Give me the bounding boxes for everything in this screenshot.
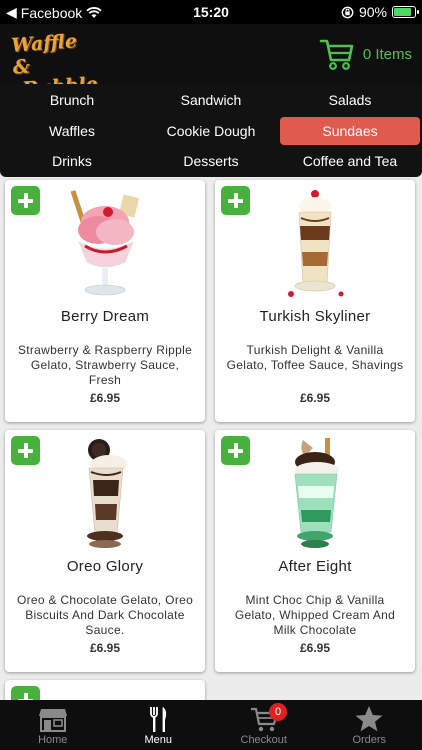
app-screen: ◀ Facebook 15:20 90% Waffle & Bubble (0, 0, 422, 750)
tab-checkout[interactable]: 0 Checkout (211, 700, 317, 750)
category-salads[interactable]: Salads (280, 86, 420, 114)
product-card[interactable]: After Eight Mint Choc Chip & Vanilla Gel… (215, 430, 415, 672)
logo-line1: Waffle & (10, 30, 78, 79)
orientation-lock-icon (341, 6, 354, 18)
product-price: £6.95 (89, 641, 121, 655)
berry-dream-sundae-image (70, 190, 140, 296)
checkout-badge: 0 (269, 703, 287, 721)
product-price: £6.95 (89, 391, 121, 405)
app-header: Waffle & Bubble 0 Items (0, 24, 422, 100)
tab-checkout-label: Checkout (240, 734, 287, 746)
product-card[interactable]: Turkish Skyliner Turkish Delight & Vanil… (215, 180, 415, 422)
star-icon (355, 706, 383, 732)
add-to-cart-button[interactable] (11, 186, 40, 215)
category-desserts[interactable]: Desserts (141, 147, 281, 175)
shopping-cart-icon (319, 39, 354, 70)
fork-knife-icon (150, 707, 167, 732)
category-waffles[interactable]: Waffles (2, 117, 142, 145)
battery-icon (392, 6, 419, 18)
product-name: After Eight (278, 558, 352, 575)
category-cookie-dough[interactable]: Cookie Dough (141, 117, 281, 145)
turkish-skyliner-sundae-image (288, 190, 344, 297)
product-description: Mint Choc Chip & Vanilla Gelato, Whipped… (234, 593, 396, 637)
category-sundaes[interactable]: Sundaes (280, 117, 420, 145)
status-bar: ◀ Facebook 15:20 90% (0, 0, 422, 24)
tab-menu-label: Menu (144, 734, 173, 746)
product-card[interactable]: Berry Dream Strawberry & Raspberry Rippl… (5, 180, 205, 422)
category-sandwich[interactable]: Sandwich (141, 86, 281, 114)
category-coffee-and-tea[interactable]: Coffee and Tea (280, 147, 420, 175)
product-description: Oreo & Chocolate Gelato, Oreo Biscuits A… (16, 593, 194, 637)
tab-home-label: Home (38, 734, 68, 746)
cart-button[interactable]: 0 Items (319, 36, 412, 72)
category-menu: Brunch Sandwich Salads Waffles Cookie Do… (0, 84, 422, 177)
oreo-glory-sundae-image (87, 439, 127, 548)
category-drinks[interactable]: Drinks (2, 147, 142, 175)
product-card[interactable]: Oreo Glory Oreo & Chocolate Gelato, Oreo… (5, 430, 205, 672)
add-to-cart-button[interactable] (221, 436, 250, 465)
cart-count: 0 Items (362, 45, 412, 63)
after-eight-sundae-image (294, 438, 339, 548)
tab-orders[interactable]: Orders (317, 700, 422, 750)
category-brunch[interactable]: Brunch (2, 86, 142, 114)
store-icon (38, 709, 67, 732)
add-to-cart-button[interactable] (221, 186, 250, 215)
tab-bar: Home Menu 0 Checkout Orders (0, 700, 422, 750)
battery-percent: 90% (358, 4, 387, 20)
product-description: Strawberry & Raspberry Ripple Gelato, St… (17, 343, 193, 387)
product-price: £6.95 (299, 641, 331, 655)
waffle-bubble-logo[interactable]: Waffle & Bubble (10, 30, 99, 100)
product-name: Berry Dream (60, 308, 150, 325)
product-name: Oreo Glory (66, 558, 144, 575)
status-right: 90% (341, 4, 419, 20)
product-name: Turkish Skyliner (259, 308, 371, 325)
add-to-cart-button[interactable] (11, 436, 40, 465)
product-price: £6.95 (299, 391, 331, 405)
tab-orders-label: Orders (352, 734, 387, 746)
tab-home[interactable]: Home (0, 700, 106, 750)
product-description: Turkish Delight & Vanilla Gelato, Toffee… (226, 343, 404, 372)
tab-menu[interactable]: Menu (106, 700, 212, 750)
